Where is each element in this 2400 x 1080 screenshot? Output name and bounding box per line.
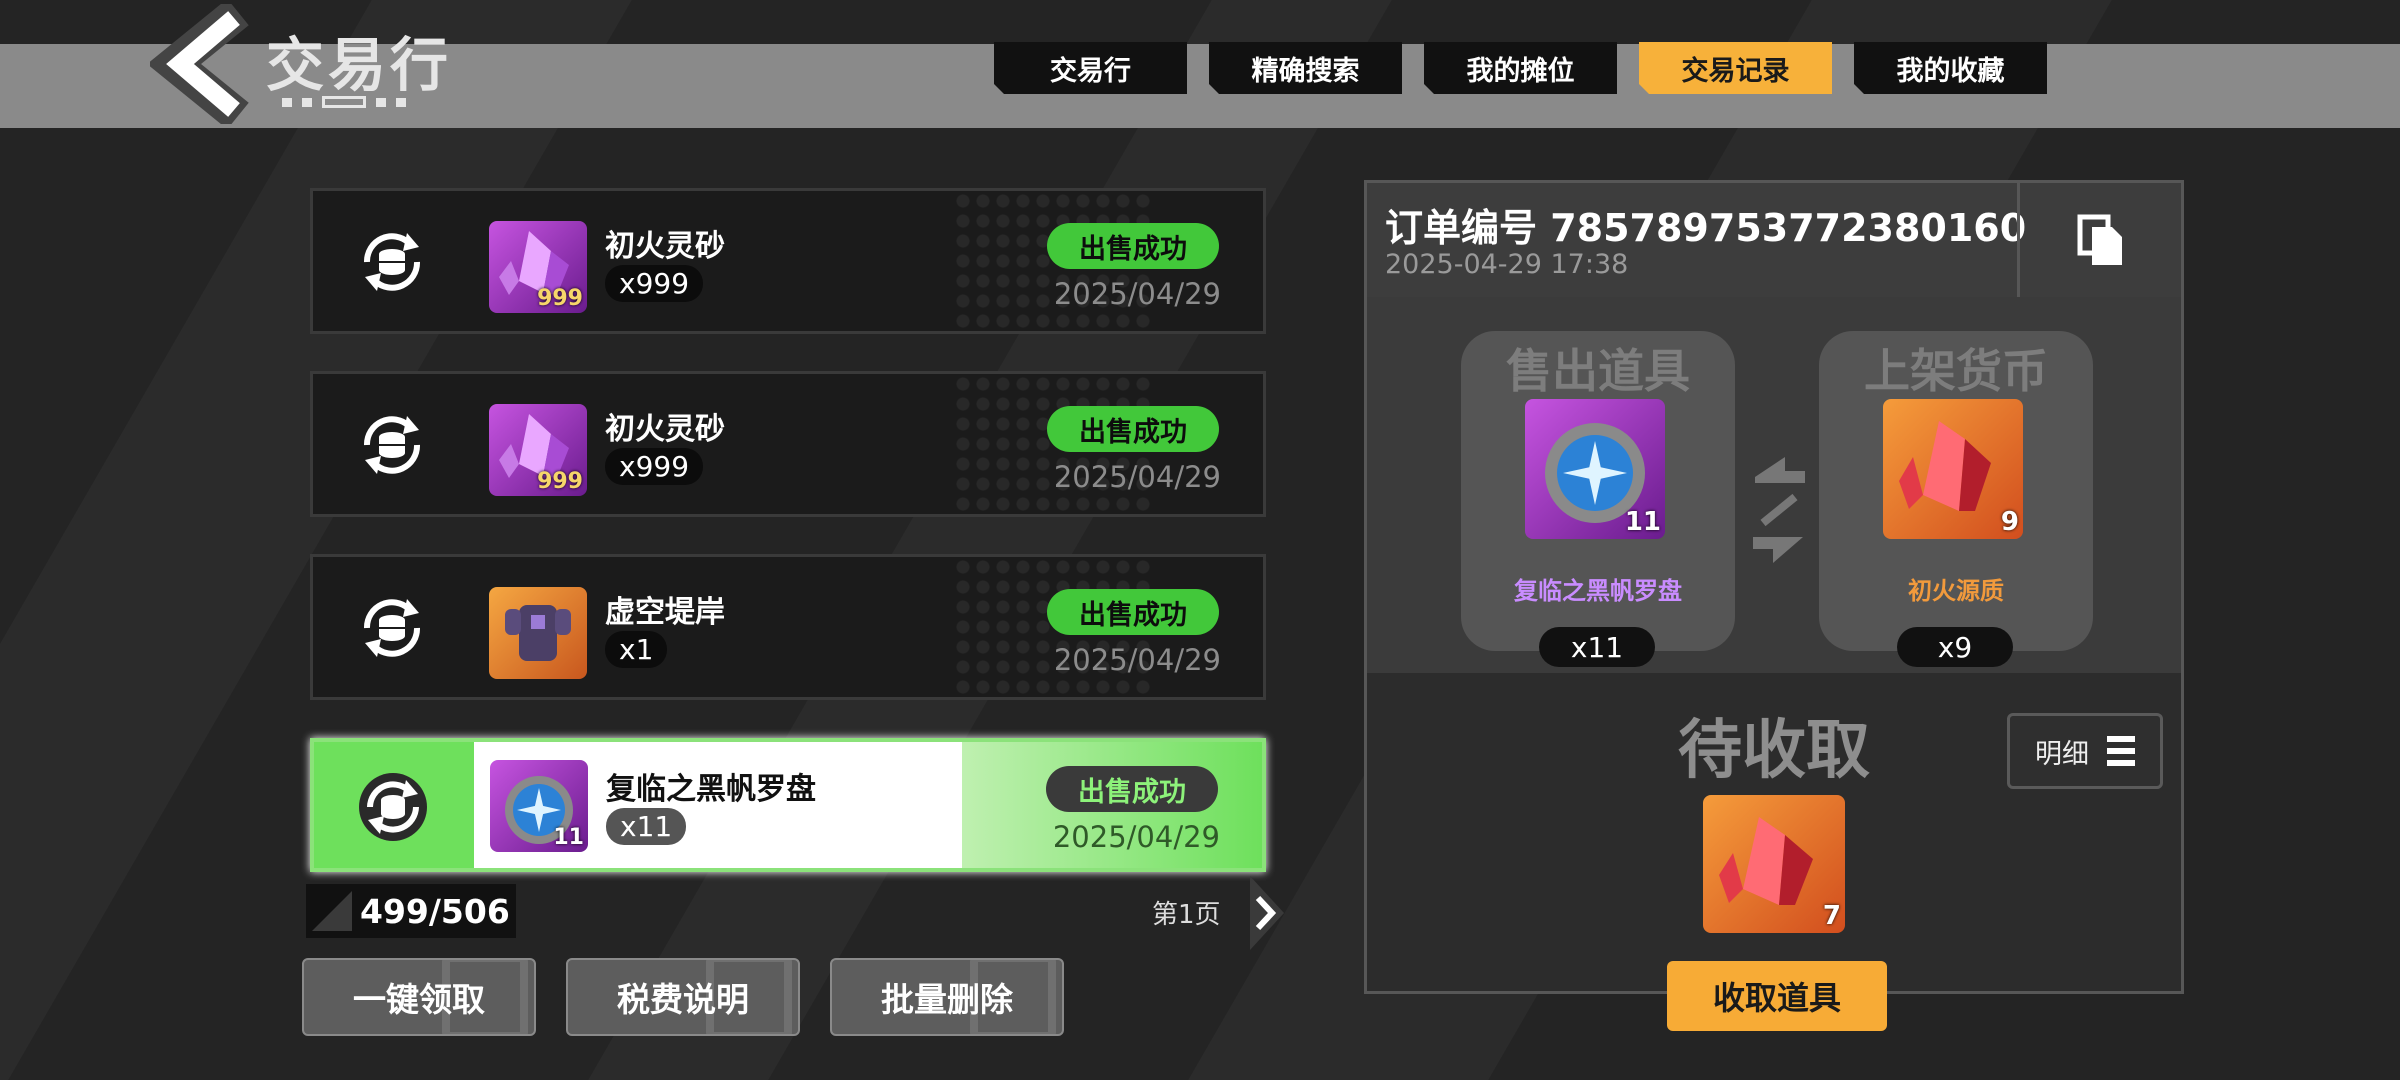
record-date: 2025/04/29 xyxy=(1052,820,1220,854)
sold-item-card[interactable]: 售出道具 11 复临之黑帆罗盘 xyxy=(1461,331,1735,651)
order-detail-panel: 订单编号 785789753772380160 2025-04-29 17:38… xyxy=(1364,180,2184,1031)
status-badge: 出售成功 xyxy=(1046,766,1218,812)
sold-item-name: 复临之黑帆罗盘 xyxy=(1514,577,1682,605)
status-badge: 出售成功 xyxy=(1047,223,1219,269)
back-chevron-icon[interactable] xyxy=(150,4,260,124)
armor-icon xyxy=(489,587,587,679)
item-quantity: x999 xyxy=(605,448,704,485)
compass-icon: 11 xyxy=(490,760,588,852)
next-page-arrow-icon[interactable] xyxy=(1250,876,1284,950)
tab-trade-market[interactable]: 交易行 xyxy=(994,42,1187,94)
trade-summary: 售出道具 11 复临之黑帆罗盘 上架货币 9 初火源质 xyxy=(1367,297,2181,673)
upload-icon xyxy=(442,960,528,1034)
price-currency-card[interactable]: 上架货币 9 初火源质 xyxy=(1819,331,2093,651)
tab-exact-search[interactable]: 精确搜索 xyxy=(1209,42,1402,94)
order-header: 订单编号 785789753772380160 2025-04-29 17:38 xyxy=(1367,183,2181,300)
count-icon xyxy=(312,891,352,931)
compass-icon: 11 xyxy=(1525,399,1665,539)
tax-info-button[interactable]: 税费说明 xyxy=(566,958,800,1036)
record-date: 2025/04/29 xyxy=(1053,643,1221,677)
record-row[interactable]: 虚空堤岸 x1 出售成功 2025/04/29 xyxy=(310,554,1266,700)
sold-item-label: 售出道具 xyxy=(1506,344,1690,398)
purple-crystal-icon: 999 xyxy=(489,221,587,313)
copy-icon xyxy=(2077,214,2122,265)
batch-delete-button[interactable]: 批量删除 xyxy=(830,958,1064,1036)
item-name: 复临之黑帆罗盘 xyxy=(606,772,816,807)
page-title: 交易行 xyxy=(266,31,453,99)
item-name: 初火灵砂 xyxy=(605,229,725,264)
price-currency-quantity: x9 xyxy=(1897,627,2013,667)
coin-exchange-icon xyxy=(363,599,421,657)
details-button[interactable]: 明细 xyxy=(2007,713,2163,789)
item-name: 虚空堤岸 xyxy=(605,595,725,630)
record-row[interactable]: 999 初火灵砂 x999 出售成功 2025/04/29 xyxy=(310,188,1266,334)
order-number: 订单编号 785789753772380160 xyxy=(1385,206,2027,250)
title-decoration xyxy=(282,96,406,108)
record-count: 499/506 xyxy=(306,884,516,938)
red-crystal-icon: 7 xyxy=(1703,795,1845,933)
page-indicator: 第1页 xyxy=(1152,900,1221,930)
record-date: 2025/04/29 xyxy=(1053,277,1221,311)
tab-bar: 交易行 精确搜索 我的摊位 交易记录 我的收藏 xyxy=(994,42,2047,94)
item-quantity: x999 xyxy=(605,265,704,302)
coin-exchange-icon xyxy=(363,233,421,291)
tab-my-stall[interactable]: 我的摊位 xyxy=(1424,42,1617,94)
tab-trade-records[interactable]: 交易记录 xyxy=(1639,42,1832,94)
tab-my-favorites[interactable]: 我的收藏 xyxy=(1854,42,2047,94)
swap-arrows-icon xyxy=(1753,457,1805,563)
item-quantity: x11 xyxy=(606,808,687,845)
collect-items-button[interactable]: 收取道具 xyxy=(1667,961,1887,1031)
order-time: 2025-04-29 17:38 xyxy=(1385,249,1629,280)
coin-exchange-icon xyxy=(359,773,427,841)
status-badge: 出售成功 xyxy=(1047,589,1219,635)
price-currency-label: 上架货币 xyxy=(1864,344,2048,398)
status-badge: 出售成功 xyxy=(1047,406,1219,452)
list-icon xyxy=(2107,736,2135,766)
document-icon xyxy=(706,960,792,1034)
record-row-selected[interactable]: 11 复临之黑帆罗盘 x11 出售成功 2025/04/29 xyxy=(310,738,1266,872)
coin-exchange-icon xyxy=(363,416,421,474)
price-currency-name: 初火源质 xyxy=(1908,577,2004,605)
item-quantity: x1 xyxy=(605,631,668,668)
record-row[interactable]: 999 初火灵砂 x999 出售成功 2025/04/29 xyxy=(310,371,1266,517)
red-crystal-icon: 9 xyxy=(1883,399,2023,539)
item-name: 初火灵砂 xyxy=(605,412,725,447)
claim-all-button[interactable]: 一键领取 xyxy=(302,958,536,1036)
record-date: 2025/04/29 xyxy=(1053,460,1221,494)
sold-item-quantity: x11 xyxy=(1539,627,1655,667)
purple-crystal-icon: 999 xyxy=(489,404,587,496)
copy-button[interactable] xyxy=(2017,183,2181,297)
trash-icon xyxy=(970,960,1056,1034)
